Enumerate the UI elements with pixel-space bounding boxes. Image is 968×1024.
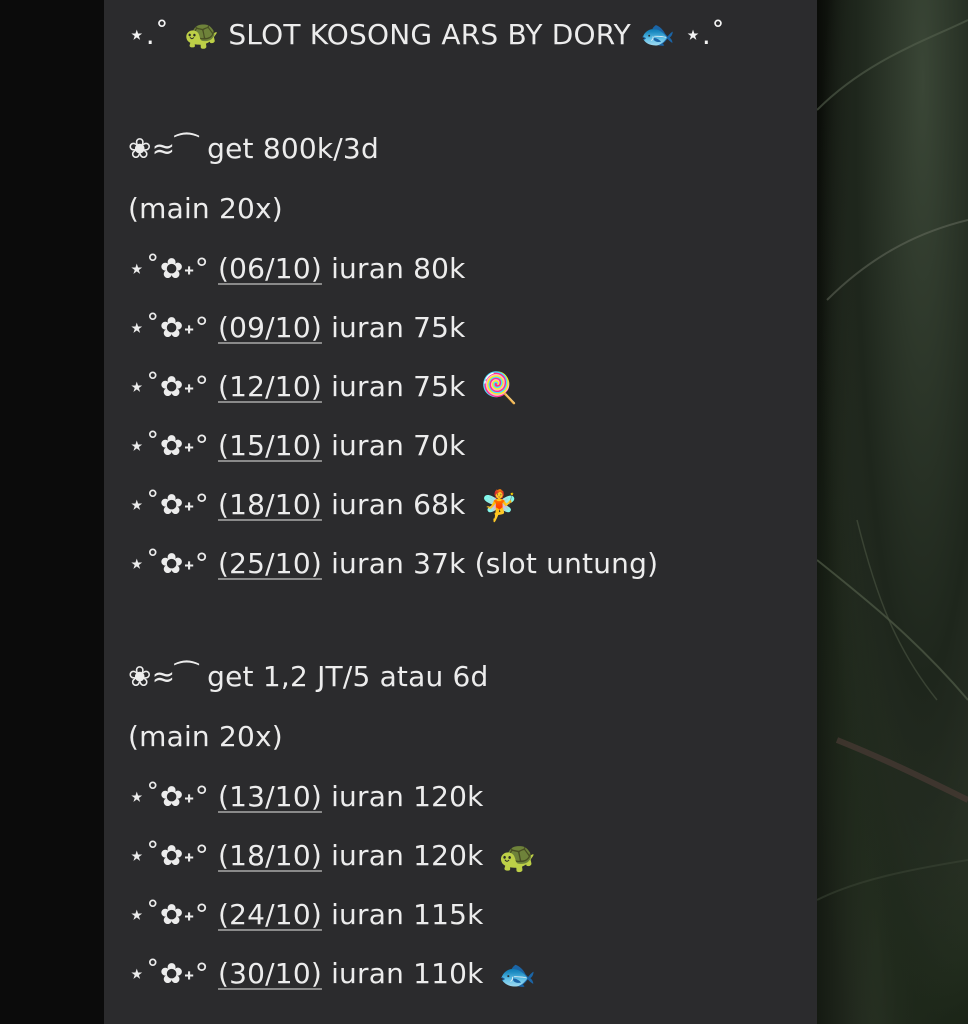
leaf-background-image bbox=[817, 0, 968, 1024]
date-link[interactable]: (13/10) bbox=[218, 780, 322, 813]
sparkle-flower-icon: ⋆˚✿˖° bbox=[128, 429, 209, 462]
section-heading: ❀≈⁀ get 1,2 JT/5 atau 6d bbox=[128, 660, 489, 694]
section-note: (main 20x) bbox=[128, 192, 283, 225]
list-item-text: iuran 37k (slot untung) bbox=[331, 547, 659, 580]
date-link[interactable]: (25/10) bbox=[218, 547, 322, 580]
list-item: ⋆˚✿˖° (06/10) iuran 80k bbox=[128, 252, 481, 286]
sparkle-flower-icon: ⋆˚✿˖° bbox=[128, 488, 209, 521]
sparkle-flower-icon: ⋆˚✿˖° bbox=[128, 780, 209, 813]
list-item: ⋆˚✿˖° (09/10) iuran 75k bbox=[128, 311, 481, 345]
date-link[interactable]: (06/10) bbox=[218, 252, 322, 285]
list-item: ⋆˚✿˖° (15/10) iuran 70k bbox=[128, 429, 481, 463]
flower-icon: ❀ bbox=[128, 132, 152, 165]
wave-icon: ≈⁀ bbox=[151, 132, 199, 165]
flower-icon: ❀ bbox=[128, 660, 152, 693]
fish-icon: 🐟 bbox=[640, 18, 676, 51]
sparkle-flower-icon: ⋆˚✿˖° bbox=[128, 252, 209, 285]
date-link[interactable]: (18/10) bbox=[218, 839, 322, 872]
fairy-icon: 🧚 bbox=[480, 489, 519, 524]
list-item-text: iuran 70k bbox=[331, 429, 466, 462]
list-item-text: iuran 75k bbox=[331, 311, 466, 344]
date-link[interactable]: (09/10) bbox=[218, 311, 322, 344]
list-item-text: iuran 80k bbox=[331, 252, 466, 285]
list-item: ⋆˚✿˖° (25/10) iuran 37k (slot untung) bbox=[128, 547, 673, 581]
list-item: ⋆˚✿˖° (18/10) iuran 120k 🐢 bbox=[128, 839, 537, 875]
list-item: ⋆˚✿˖° (24/10) iuran 115k bbox=[128, 898, 499, 932]
title-text: SLOT KOSONG ARS BY DORY bbox=[228, 18, 631, 51]
date-link[interactable]: (15/10) bbox=[218, 429, 322, 462]
list-item: ⋆˚✿˖° (12/10) iuran 75k 🍭 bbox=[128, 370, 519, 406]
page-title: ⋆.˚ 🐢 SLOT KOSONG ARS BY DORY 🐟 ⋆.˚ bbox=[128, 18, 731, 52]
list-item: ⋆˚✿˖° (30/10) iuran 110k 🐟 bbox=[128, 957, 537, 993]
list-item: ⋆˚✿˖° (13/10) iuran 120k bbox=[128, 780, 499, 814]
sparkle-flower-icon: ⋆˚✿˖° bbox=[128, 547, 209, 580]
left-gutter bbox=[0, 0, 104, 1024]
wave-icon: ≈⁀ bbox=[151, 660, 199, 693]
leaf-veins-graphic bbox=[817, 19, 968, 901]
section-title: get 1,2 JT/5 atau 6d bbox=[207, 660, 489, 693]
sparkle-flower-icon: ⋆˚✿˖° bbox=[128, 898, 209, 931]
date-link[interactable]: (18/10) bbox=[218, 488, 322, 521]
sparkle-flower-icon: ⋆˚✿˖° bbox=[128, 311, 209, 344]
lollipop-icon: 🍭 bbox=[480, 371, 519, 406]
fish-icon: 🐟 bbox=[498, 958, 537, 993]
list-item: ⋆˚✿˖° (18/10) iuran 68k 🧚 bbox=[128, 488, 519, 524]
list-item-text: iuran 120k bbox=[331, 839, 484, 872]
text-panel: ⋆.˚ 🐢 SLOT KOSONG ARS BY DORY 🐟 ⋆.˚ ❀≈⁀ … bbox=[104, 0, 817, 1024]
section-title: get 800k/3d bbox=[207, 132, 379, 165]
date-link[interactable]: (30/10) bbox=[218, 957, 322, 990]
sparkle-icon: ⋆.˚ bbox=[128, 18, 170, 51]
date-link[interactable]: (24/10) bbox=[218, 898, 322, 931]
sparkle-flower-icon: ⋆˚✿˖° bbox=[128, 957, 209, 990]
list-item-text: iuran 110k bbox=[331, 957, 484, 990]
list-item-text: iuran 68k bbox=[331, 488, 466, 521]
sparkle-icon: ⋆.˚ bbox=[684, 18, 726, 51]
date-link[interactable]: (12/10) bbox=[218, 370, 322, 403]
section-note: (main 20x) bbox=[128, 720, 283, 753]
list-item-text: iuran 120k bbox=[331, 780, 484, 813]
list-item-text: iuran 115k bbox=[331, 898, 484, 931]
section-heading: ❀≈⁀ get 800k/3d bbox=[128, 132, 379, 166]
sparkle-flower-icon: ⋆˚✿˖° bbox=[128, 370, 209, 403]
turtle-icon: 🐢 bbox=[184, 18, 220, 51]
sparkle-flower-icon: ⋆˚✿˖° bbox=[128, 839, 209, 872]
turtle-icon: 🐢 bbox=[498, 840, 537, 875]
list-item-text: iuran 75k bbox=[331, 370, 466, 403]
